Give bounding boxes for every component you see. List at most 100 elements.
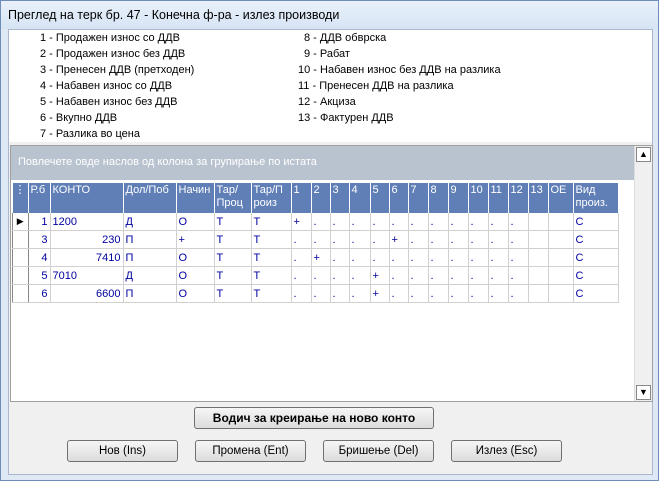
cell-flag[interactable]: .	[389, 266, 409, 285]
cell-tarproiz[interactable]: Т	[251, 266, 292, 285]
cell-flag[interactable]: .	[291, 230, 312, 249]
column-header[interactable]: 2	[311, 183, 331, 213]
cell-flag[interactable]: .	[468, 266, 489, 285]
cell-flag[interactable]: .	[370, 248, 390, 267]
cell-flag[interactable]: +	[389, 230, 409, 249]
cell-flag[interactable]	[528, 266, 549, 285]
cell-tarproc[interactable]: Т	[214, 284, 252, 303]
cell-flag[interactable]: .	[311, 284, 331, 303]
cell-flag[interactable]: .	[349, 284, 371, 303]
cell-rb[interactable]: 6	[28, 284, 51, 303]
cell-flag[interactable]: .	[311, 266, 331, 285]
cell-flag[interactable]: .	[349, 230, 371, 249]
cell-nacin[interactable]: О	[176, 213, 215, 231]
column-header[interactable]: Вид произ.	[573, 183, 619, 213]
cell-tarproc[interactable]: Т	[214, 230, 252, 249]
cell-flag[interactable]	[528, 248, 549, 267]
new-konto-wizard-button[interactable]: Водич за креирање на ново конто	[194, 407, 434, 429]
cell-dolpob[interactable]: П	[123, 284, 177, 303]
cell-flag[interactable]: .	[488, 248, 509, 267]
cell-konto[interactable]: 230	[50, 230, 124, 249]
cell-flag[interactable]: .	[508, 230, 529, 249]
cell-flag[interactable]: .	[448, 284, 469, 303]
table-row[interactable]: 6 6600 П О Т Т.... +....... С	[12, 284, 619, 303]
cell-dolpob[interactable]: П	[123, 248, 177, 267]
cell-rb[interactable]: 4	[28, 248, 51, 267]
row-selector[interactable]	[12, 284, 29, 303]
cell-flag[interactable]: .	[448, 230, 469, 249]
cell-flag[interactable]: .	[389, 248, 409, 267]
column-header[interactable]: 6	[389, 183, 409, 213]
cell-vid[interactable]: С	[573, 213, 619, 231]
column-header[interactable]: Тар/ Проц	[214, 183, 252, 213]
cell-tarproiz[interactable]: Т	[251, 284, 292, 303]
cell-flag[interactable]: .	[488, 230, 509, 249]
cell-rb[interactable]: 1	[28, 213, 51, 231]
title-bar[interactable]: Преглед на терк бр. 47 - Конечна ф-ра - …	[1, 1, 658, 29]
cell-flag[interactable]: .	[370, 213, 390, 231]
cell-flag[interactable]: .	[428, 248, 449, 267]
cell-flag[interactable]: +	[291, 213, 312, 231]
cell-flag[interactable]	[528, 230, 549, 249]
table-row[interactable]: ▶ 1 1200 Д О Т Т +........... С	[12, 213, 619, 231]
table-row[interactable]: 3 230 П + Т Т..... +...... С	[12, 230, 619, 249]
cell-flag[interactable]: .	[408, 248, 429, 267]
cell-tarproiz[interactable]: Т	[251, 213, 292, 231]
cell-flag[interactable]: .	[389, 284, 409, 303]
row-selector-header[interactable]: ⋮	[12, 183, 29, 213]
cell-vid[interactable]: С	[573, 230, 619, 249]
cell-tarproc[interactable]: Т	[214, 213, 252, 231]
cell-konto[interactable]: 6600	[50, 284, 124, 303]
cell-rb[interactable]: 3	[28, 230, 51, 249]
cell-flag[interactable]: .	[408, 284, 429, 303]
cell-tarproc[interactable]: Т	[214, 266, 252, 285]
cell-flag[interactable]: .	[508, 266, 529, 285]
row-selector[interactable]	[12, 248, 29, 267]
cell-flag[interactable]: .	[389, 213, 409, 231]
cell-flag[interactable]: .	[330, 230, 350, 249]
column-header[interactable]: 11	[488, 183, 509, 213]
cell-nacin[interactable]: +	[176, 230, 215, 249]
cell-dolpob[interactable]: Д	[123, 213, 177, 231]
column-header[interactable]: 8	[428, 183, 449, 213]
cell-oe[interactable]	[548, 284, 574, 303]
cell-konto[interactable]: 7010	[50, 266, 124, 285]
scroll-down-icon[interactable]: ▼	[636, 385, 651, 400]
row-selector[interactable]	[12, 266, 29, 285]
cell-flag[interactable]: .	[488, 213, 509, 231]
cell-flag[interactable]: .	[488, 284, 509, 303]
cell-flag[interactable]: .	[428, 284, 449, 303]
table-row[interactable]: 4 7410 П О Т Т. +.......... С	[12, 248, 619, 267]
cell-flag[interactable]: .	[468, 230, 489, 249]
cell-flag[interactable]: +	[311, 248, 331, 267]
table-row[interactable]: 5 7010 Д О Т Т.... +....... С	[12, 266, 619, 285]
cell-flag[interactable]	[528, 284, 549, 303]
cell-flag[interactable]: .	[291, 284, 312, 303]
cell-flag[interactable]: .	[330, 213, 350, 231]
column-header[interactable]: КОНТО	[50, 183, 124, 213]
cell-flag[interactable]: .	[311, 230, 331, 249]
cell-flag[interactable]: .	[508, 213, 529, 231]
cell-flag[interactable]: .	[428, 230, 449, 249]
cell-dolpob[interactable]: Д	[123, 266, 177, 285]
column-header[interactable]: 3	[330, 183, 350, 213]
cell-nacin[interactable]: О	[176, 248, 215, 267]
cell-rb[interactable]: 5	[28, 266, 51, 285]
cell-dolpob[interactable]: П	[123, 230, 177, 249]
column-header[interactable]: ОЕ	[548, 183, 574, 213]
cell-flag[interactable]: .	[408, 266, 429, 285]
cell-flag[interactable]: .	[291, 248, 312, 267]
cell-flag[interactable]: +	[370, 284, 390, 303]
cell-konto[interactable]: 7410	[50, 248, 124, 267]
column-header[interactable]: 5	[370, 183, 390, 213]
cell-flag[interactable]: .	[468, 213, 489, 231]
cell-flag[interactable]: .	[468, 248, 489, 267]
column-header[interactable]: Дол/Поб	[123, 183, 177, 213]
column-header[interactable]: 10	[468, 183, 489, 213]
row-selector[interactable]	[12, 230, 29, 249]
delete-button[interactable]: Бришење (Del)	[323, 440, 434, 462]
cell-flag[interactable]: .	[311, 213, 331, 231]
cell-flag[interactable]: .	[349, 248, 371, 267]
cell-konto[interactable]: 1200	[50, 213, 124, 231]
column-header[interactable]: 7	[408, 183, 429, 213]
